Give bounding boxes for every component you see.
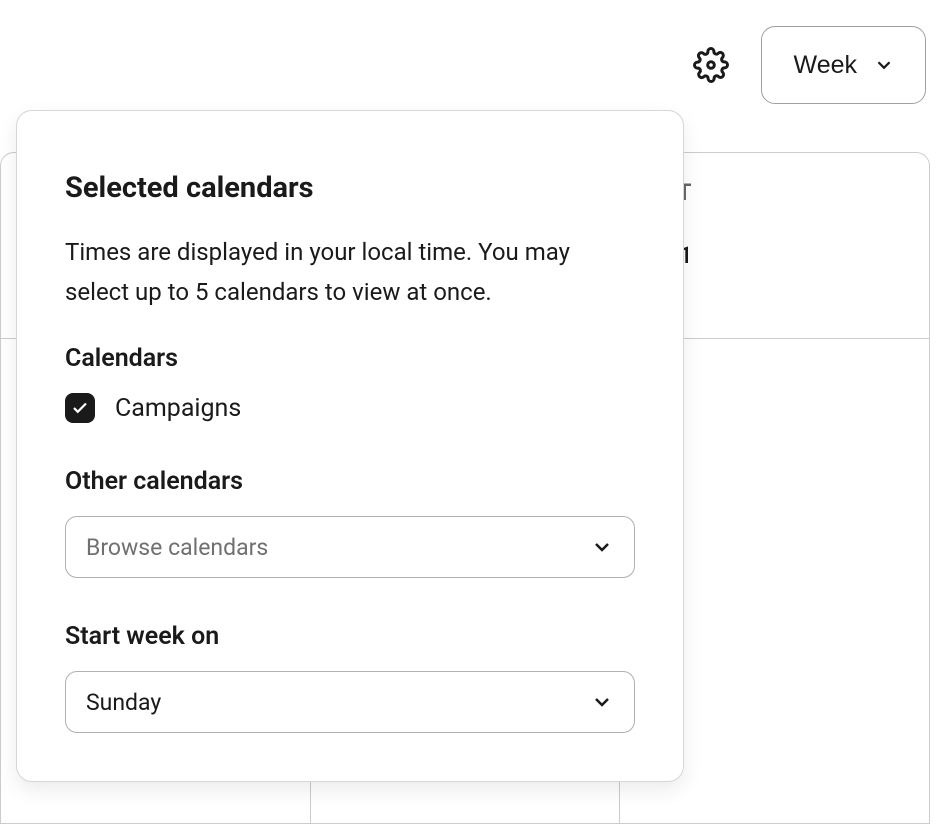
chevron-down-icon — [590, 690, 614, 714]
browse-calendars-select[interactable]: Browse calendars — [65, 516, 635, 578]
start-week-section: Start week on Sunday — [65, 622, 635, 733]
view-select-label: Week — [794, 51, 857, 80]
other-calendars-label: Other calendars — [65, 467, 635, 496]
calendar-checkbox-row: Campaigns — [65, 393, 635, 423]
popover-title: Selected calendars — [65, 171, 635, 205]
settings-button[interactable] — [689, 43, 733, 87]
toolbar: Week — [689, 26, 926, 104]
other-calendars-section: Other calendars Browse calendars — [65, 467, 635, 578]
calendar-day-label: SAT — [648, 179, 929, 206]
start-week-label: Start week on — [65, 622, 635, 651]
start-week-value: Sunday — [86, 689, 161, 716]
checkmark-icon — [71, 399, 89, 417]
campaigns-checkbox-label: Campaigns — [115, 394, 241, 423]
calendars-section-label: Calendars — [65, 344, 635, 373]
campaigns-checkbox[interactable] — [65, 393, 95, 423]
selected-calendars-popover: Selected calendars Times are displayed i… — [16, 110, 684, 782]
popover-subtitle: Times are displayed in your local time. … — [65, 233, 635, 312]
chevron-down-icon — [590, 535, 614, 559]
start-week-select[interactable]: Sunday — [65, 671, 635, 733]
chevron-down-icon — [873, 54, 895, 76]
gear-icon — [693, 47, 729, 83]
calendar-day-number: 11 — [666, 242, 929, 269]
view-select[interactable]: Week — [761, 26, 926, 104]
browse-calendars-placeholder: Browse calendars — [86, 534, 268, 561]
